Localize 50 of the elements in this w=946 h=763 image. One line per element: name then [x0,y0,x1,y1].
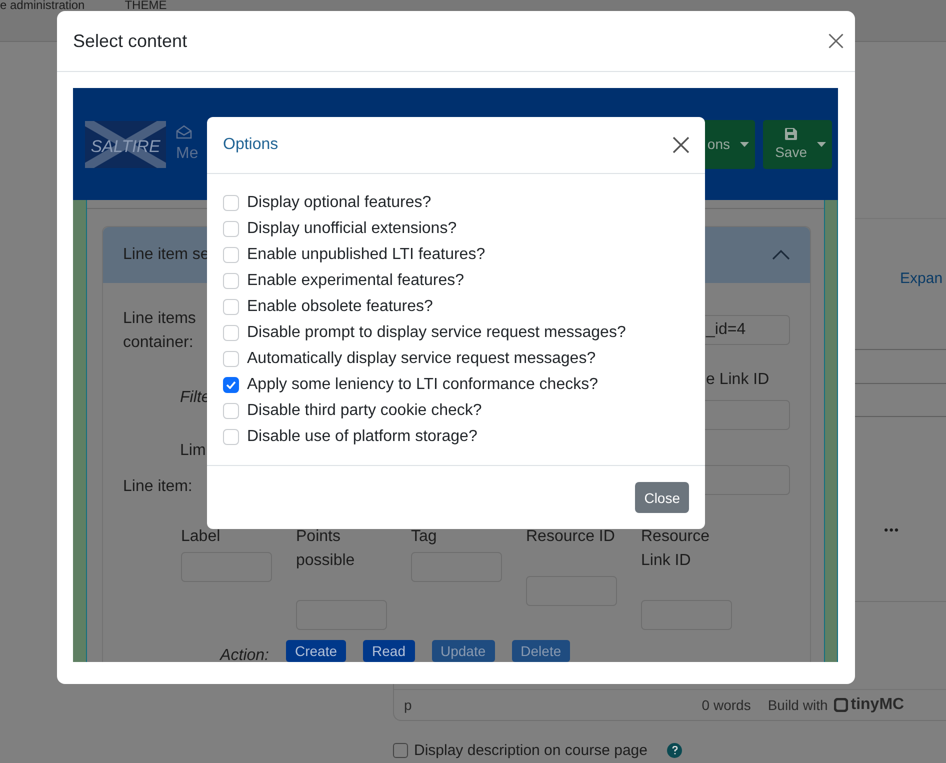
field-label: Tag [411,527,438,547]
more-button[interactable]: ••• [884,523,900,537]
field-label: Line item: [123,477,192,497]
close-button[interactable] [671,135,691,155]
checkbox-label: Automatically display service request messages? [247,350,596,368]
checkbox-label: Disable use of platform storage? [247,428,478,446]
field-label: e Link ID [706,370,770,390]
field-label: Resource Link ID [641,527,710,571]
breadcrumb-item[interactable]: e administration [0,0,85,11]
check-icon [226,381,236,389]
caret-icon [817,142,826,146]
action-button[interactable]: Read [363,640,414,662]
field-label: Action: [218,646,269,662]
saltire-logo: SALTIRE [85,120,166,168]
field-label: Line items container: [123,309,197,353]
close-button[interactable]: Close [635,482,689,513]
close-button[interactable] [827,32,845,50]
checkbox-label: Enable unpublished LTI features? [247,246,486,264]
dialog-title: Select content [73,30,188,52]
field-label: Resource ID [526,527,616,547]
checkbox-label: Display description on course page [414,742,648,759]
branding-text: Build with [768,697,828,713]
field-label: Lim [180,441,206,461]
checkbox[interactable] [223,377,239,393]
nav-item[interactable]: Me [176,125,198,163]
caret-icon [740,142,749,146]
help-icon[interactable] [667,743,682,758]
logo-icon [834,698,848,712]
field-label: Points possible [296,527,356,571]
word-count: 0 words [702,697,751,713]
close-icon [827,32,845,50]
save-icon [785,128,798,140]
action-button[interactable]: Create [286,640,346,662]
checkbox[interactable] [393,743,408,758]
element-path: p [404,697,412,713]
expand-link[interactable]: Expan [900,270,946,287]
close-icon [671,135,691,155]
checkbox-label: Disable prompt to display service request messages? [247,324,626,342]
dialog-title: Options [223,136,278,154]
field-label: Label [181,527,222,547]
checkbox-label: Display optional features? [247,194,432,212]
checkbox-label: Disable third party cookie check? [247,402,482,420]
checkbox-label: Enable obsolete features? [247,298,433,316]
editor-logo[interactable]: tinyMC [834,696,904,714]
save-button[interactable]: Save [763,120,832,168]
checkbox-label: Display unofficial extensions? [247,220,457,238]
breadcrumb-item[interactable]: THEME [124,0,167,11]
checkbox-label: Enable experimental features? [247,272,464,290]
checkbox-label: Apply some leniency to LTI conformance checks? [247,376,598,394]
envelope-icon [176,125,192,139]
